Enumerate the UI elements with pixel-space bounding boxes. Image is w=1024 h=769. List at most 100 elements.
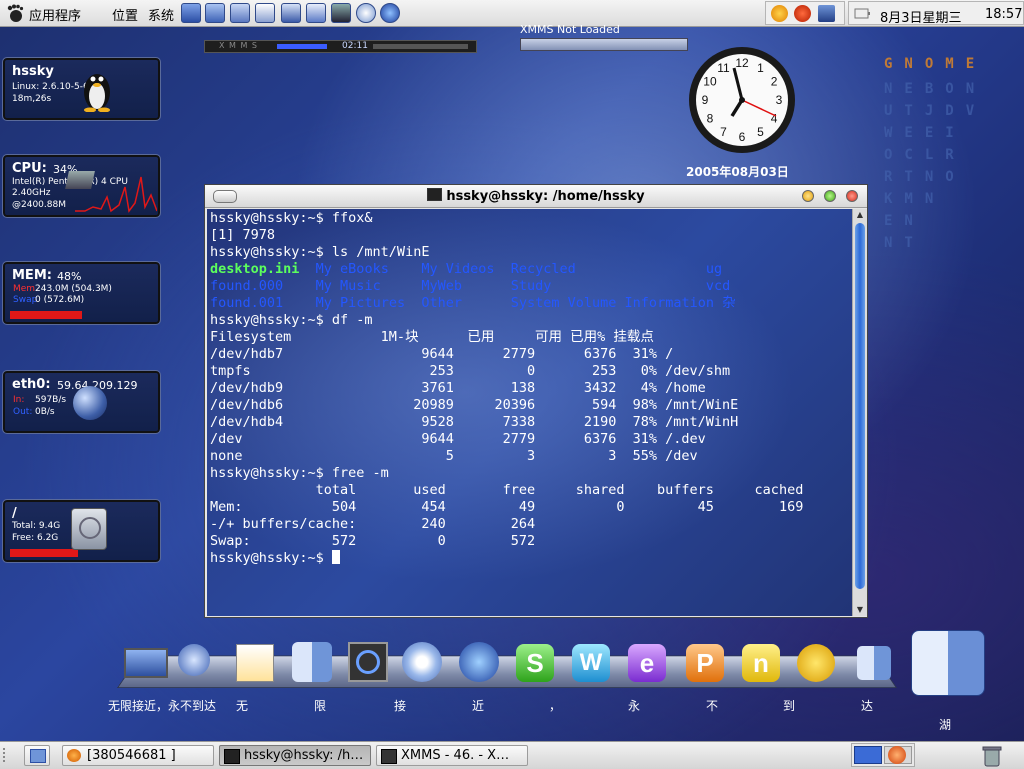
dock-laptop-icon[interactable]: [122, 642, 168, 684]
dock-letter-p-icon[interactable]: P: [684, 642, 728, 684]
terminal-scrollbar[interactable]: ▲ ▼: [852, 209, 867, 616]
terminal-window[interactable]: hssky@hssky: /home/hssky hssky@hssky:~$ …: [204, 184, 868, 618]
panel-handle[interactable]: [3, 748, 9, 762]
launcher-grid-icon[interactable]: [230, 3, 250, 23]
dock-browser-icon[interactable]: [457, 642, 501, 684]
desklet-host: hssky Linux: 2.6.10-5-686 18m,26s: [2, 57, 161, 121]
terminal-line: /dev/hdb6 20989 20396 594 98% /mnt/WinE: [210, 397, 739, 413]
terminal-line: desktop.ini My eBooks My Videos Recycled…: [210, 261, 723, 277]
xmms-mini-controls[interactable]: [520, 38, 688, 51]
terminal-line: hssky@hssky:~$: [210, 550, 803, 567]
gnome-letter-row: NT: [884, 235, 925, 251]
menu-applications[interactable]: 应用程序: [29, 5, 81, 24]
maximize-button[interactable]: [824, 190, 836, 202]
terminal-title: hssky@hssky: /home/hssky: [446, 189, 645, 204]
terminal-line: [1] 7978: [210, 227, 276, 243]
launcher-itunes-icon[interactable]: [356, 3, 376, 23]
swap-value: 0 (572.6M): [35, 295, 85, 305]
gnome-letter-row: KMN: [884, 191, 946, 207]
close-button[interactable]: [846, 190, 858, 202]
dock-network-icon[interactable]: [172, 642, 216, 684]
terminal-output-area[interactable]: hssky@hssky:~$ ffox& [1] 7978 hssky@hssky:…: [207, 209, 852, 616]
clock-number: 1: [757, 61, 764, 75]
dock-itunes-icon[interactable]: [400, 642, 444, 684]
scroll-down-arrow-icon[interactable]: ▼: [854, 604, 866, 616]
show-desktop-button[interactable]: [24, 745, 50, 766]
clock-applet[interactable]: 8月3日星期三 18:57: [848, 1, 1024, 26]
notification-area: [765, 1, 845, 25]
terminal-line: Mem: 504 454 49 0 45 169: [210, 499, 804, 515]
sun-icon[interactable]: [771, 5, 788, 22]
firefox-tray-icon[interactable]: [794, 5, 811, 22]
harddisk-icon: [71, 508, 107, 550]
xmms-volume-bar[interactable]: [277, 44, 327, 49]
top-panel: 应用程序 位置 系统 8月3日星期三 18:57: [0, 0, 1024, 27]
dock-label: 接: [394, 699, 407, 713]
bottom-panel: [380546681 ] hssky@hssky: /h… XMMS - 46.…: [0, 741, 1024, 769]
terminal-line: Swap: 572 0 572: [210, 533, 536, 549]
launcher-browser-icon[interactable]: [380, 3, 400, 23]
desktop-icon: [30, 749, 46, 763]
disk-free: Free: 6.2G: [12, 533, 59, 543]
terminal-line: total used free shared buffers cached: [210, 482, 804, 498]
xmms-time: 02:11: [342, 41, 368, 51]
task-label: [380546681 ]: [87, 748, 176, 763]
desklet-network: eth0: 59.64.209.129 In: 597B/s Out: 0B/s: [2, 370, 161, 434]
globe-icon: [73, 386, 107, 420]
launcher-network-icon[interactable]: [205, 3, 225, 23]
tux-penguin-icon: [84, 74, 110, 112]
swap-tag: Swap: [13, 295, 38, 305]
gear-icon[interactable]: [818, 5, 835, 22]
dock-finder-icon[interactable]: [290, 642, 334, 684]
scroll-up-arrow-icon[interactable]: ▲: [854, 209, 866, 221]
launcher-tools-icon[interactable]: [181, 3, 201, 23]
terminal-output: hssky@hssky:~$ ffox& [1] 7978 hssky@hssky:…: [210, 210, 803, 584]
dock-finder-small-icon[interactable]: [853, 642, 897, 684]
dock-quicktime-icon[interactable]: [346, 642, 390, 684]
task-label: hssky@hssky: /h…: [244, 748, 364, 763]
dock-letter-e-icon[interactable]: e: [626, 642, 670, 684]
taskbar-item-qq[interactable]: [380546681 ]: [62, 745, 214, 766]
terminal-line: found.000 My Music MyWeb Study vcd: [210, 278, 731, 294]
gnome-letter-row: OCLR: [884, 147, 966, 163]
trash-icon[interactable]: [981, 744, 1003, 768]
taskbar-item-terminal[interactable]: hssky@hssky: /h…: [219, 745, 371, 766]
launcher-quicktime-icon[interactable]: [331, 3, 351, 23]
terminal-line: found.001 My Pictures Other System Volum…: [210, 295, 736, 311]
terminal-line: /dev/hdb4 9528 7338 2190 78% /mnt/WinH: [210, 414, 739, 430]
xmms-logo: X M M S: [219, 41, 258, 50]
disk-total: Total: 9.4G: [12, 521, 61, 531]
net-out-tag: Out:: [13, 407, 33, 417]
clock-number: 3: [776, 93, 783, 107]
cpu-mhz: @2400.88M: [12, 200, 66, 210]
dock-pictures-icon[interactable]: [232, 642, 276, 684]
dock-letter-w-icon[interactable]: W: [570, 642, 614, 684]
dock-letter-s-icon[interactable]: S: [514, 642, 558, 684]
dock-label: ，: [549, 699, 562, 713]
gnome-foot-icon[interactable]: [5, 3, 25, 23]
minimize-button[interactable]: [802, 190, 814, 202]
finder-large-icon[interactable]: [911, 630, 987, 704]
clock-number: 11: [717, 61, 730, 75]
scrollbar-thumb[interactable]: [855, 223, 865, 589]
menu-places[interactable]: 位置: [112, 5, 138, 24]
qq-icon: [67, 749, 81, 762]
launcher-globe-icon[interactable]: [281, 3, 301, 23]
analog-clock: 12 1234567891011: [689, 47, 795, 153]
clock-time: 18:57: [985, 7, 1023, 22]
launcher-finder-icon[interactable]: [306, 3, 326, 23]
terminal-titlebar[interactable]: hssky@hssky: /home/hssky: [205, 185, 867, 208]
clock-date: 8月3日星期三: [880, 11, 962, 26]
terminal-line: hssky@hssky:~$ ls /mnt/WinE: [210, 244, 430, 260]
firefox-icon[interactable]: [888, 746, 906, 764]
terminal-line: hssky@hssky:~$ ffox&: [210, 210, 373, 226]
menu-system[interactable]: 系统: [148, 5, 174, 24]
xmms-seek-bar[interactable]: [373, 44, 468, 49]
dock-label: 无限接近，永不到达: [108, 699, 217, 713]
dock-letter-n-icon[interactable]: n: [740, 642, 784, 684]
launcher-terminal-icon[interactable]: [255, 3, 275, 23]
workspace-1[interactable]: [854, 746, 882, 764]
taskbar-item-xmms[interactable]: XMMS - 46. - X…: [376, 745, 528, 766]
dock-aim-icon[interactable]: [795, 642, 839, 684]
xmms-player-bar[interactable]: X M M S 02:11: [204, 40, 477, 53]
